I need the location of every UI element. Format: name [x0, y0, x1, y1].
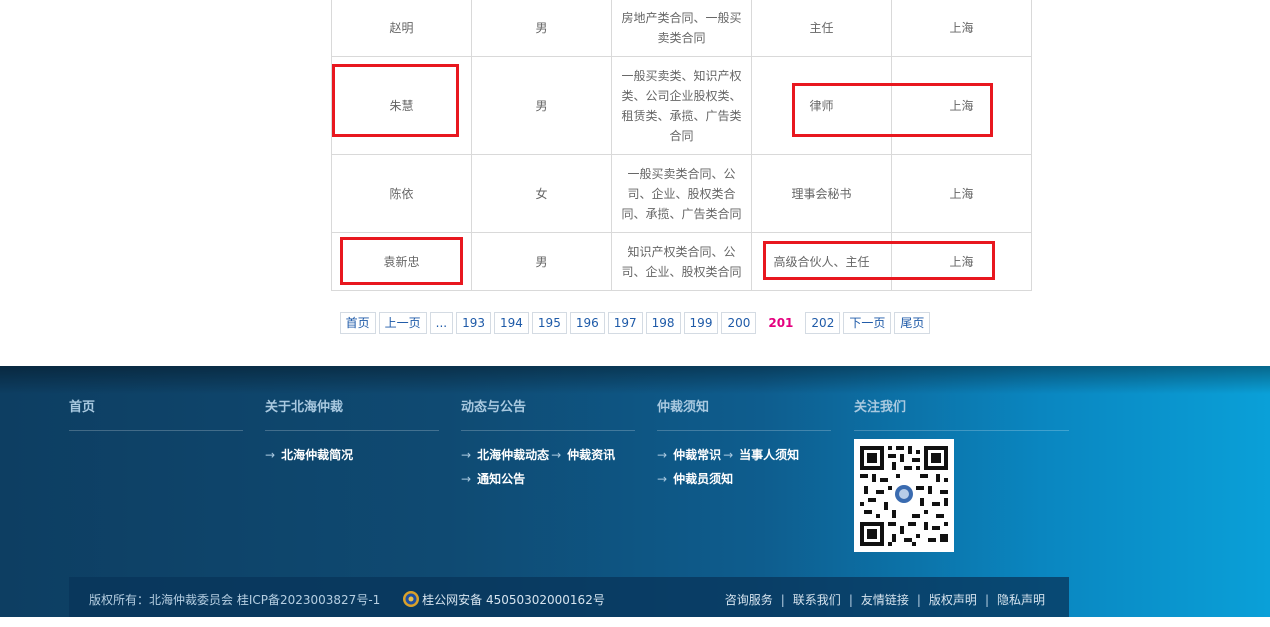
cell-name: 袁新忠: [331, 232, 472, 291]
page-last-link[interactable]: 尾页: [894, 312, 931, 334]
cell-specialty: 一般买卖类、知识产权类、公司企业股权类、租赁类、承揽、广告类合同: [611, 56, 752, 155]
footer-link[interactable]: 仲裁资讯: [567, 448, 615, 462]
page-number-link[interactable]: 199: [683, 312, 719, 334]
cell-title: 律师: [751, 56, 892, 155]
arrow-right-icon: →: [461, 448, 472, 462]
footer-link[interactable]: 北海仲裁简况: [281, 448, 353, 462]
page-number-link[interactable]: 196: [569, 312, 605, 334]
footer-column-about: 关于北海仲裁 → 北海仲裁简况: [265, 400, 439, 467]
footer-column-follow: 关注我们: [854, 400, 1069, 431]
arrow-right-icon: →: [723, 448, 734, 462]
page-number-link[interactable]: 194: [494, 312, 529, 334]
footer-column-guide: 仲裁须知 → 仲裁常识 → 当事人须知 → 仲裁员须知: [657, 400, 831, 491]
footer-bottom-link[interactable]: 隐私声明: [997, 593, 1045, 607]
qr-code-icon: [854, 439, 954, 552]
cell-specialty: 一般买卖类合同、公司、企业、股权类合同、承揽、广告类合同: [611, 154, 752, 233]
cell-city: 上海: [891, 0, 1032, 57]
page-number-link[interactable]: 193: [456, 312, 492, 334]
cell-gender: 男: [471, 56, 612, 155]
cell-name: 陈依: [331, 154, 472, 233]
cell-name: 赵明: [331, 0, 472, 57]
footer-column-home: 首页: [69, 400, 243, 431]
footer-link[interactable]: 当事人须知: [739, 448, 799, 462]
table-row: 朱慧 男 一般买卖类、知识产权类、公司企业股权类、租赁类、承揽、广告类合同 律师…: [331, 56, 1032, 155]
footer-bottom-bar: 版权所有：北海仲裁委员会 桂ICP备2023003827号-1 桂公网安备 45…: [69, 577, 1069, 617]
page-number-link[interactable]: 197: [607, 312, 643, 334]
arrow-right-icon: →: [657, 472, 668, 486]
footer-link[interactable]: 仲裁常识: [673, 448, 721, 462]
page-number-link[interactable]: 202: [805, 312, 841, 334]
footer-column-news: 动态与公告 → 北海仲裁动态 → 仲裁资讯 → 通知公告: [461, 400, 635, 491]
cell-city: 上海: [891, 56, 1032, 155]
police-record-link[interactable]: 桂公网安备 45050302000162号: [422, 593, 605, 607]
cell-specialty: 房地产类合同、一般买卖类合同: [611, 0, 752, 57]
cell-city: 上海: [891, 232, 1032, 291]
pagination: 首页 上一页 ... 193 194 195 196 197 198 199 2…: [0, 312, 1270, 334]
copyright-text: 版权所有：北海仲裁委员会 桂ICP备2023003827号-1: [89, 593, 381, 607]
page-number-link[interactable]: 195: [531, 312, 567, 334]
cell-title: 理事会秘书: [751, 154, 892, 233]
table-row: 赵明 男 房地产类合同、一般买卖类合同 主任 上海: [331, 0, 1032, 57]
footer-bottom-link[interactable]: 友情链接: [861, 593, 909, 607]
cell-city: 上海: [891, 154, 1032, 233]
site-footer: 首页 关于北海仲裁 → 北海仲裁简况 动态与公告 → 北海仲裁动态 → 仲裁资讯 → 通知…: [0, 366, 1270, 617]
arrow-right-icon: →: [657, 448, 668, 462]
footer-bottom-link[interactable]: 联系我们: [793, 593, 841, 607]
arbitrator-table-wrapper: 赵明 男 房地产类合同、一般买卖类合同 主任 上海 朱慧 男 一般买卖类、知识产…: [331, 0, 1032, 291]
arrow-right-icon: →: [461, 472, 472, 486]
footer-column-title[interactable]: 首页: [69, 400, 243, 431]
police-badge-icon: [402, 581, 420, 607]
cell-gender: 女: [471, 154, 612, 233]
footer-column-title[interactable]: 仲裁须知: [657, 400, 831, 431]
cell-gender: 男: [471, 0, 612, 57]
wechat-qr-code-image: [854, 439, 954, 552]
footer-link[interactable]: 通知公告: [477, 472, 525, 486]
arrow-right-icon: →: [551, 448, 562, 462]
cell-specialty: 知识产权类合同、公司、企业、股权类合同: [611, 232, 752, 291]
page-current: 201: [768, 316, 794, 330]
cell-name: 朱慧: [331, 56, 472, 155]
footer-bottom-link[interactable]: 咨询服务: [725, 593, 773, 607]
page-first-link[interactable]: 首页: [339, 312, 376, 334]
cell-gender: 男: [471, 232, 612, 291]
table-row: 陈依 女 一般买卖类合同、公司、企业、股权类合同、承揽、广告类合同 理事会秘书 …: [331, 154, 1032, 233]
footer-column-title[interactable]: 关于北海仲裁: [265, 400, 439, 431]
footer-column-title[interactable]: 动态与公告: [461, 400, 635, 431]
footer-bottom-link[interactable]: 版权声明: [929, 593, 977, 607]
table-row: 袁新忠 男 知识产权类合同、公司、企业、股权类合同 高级合伙人、主任 上海: [331, 232, 1032, 291]
page-number-link[interactable]: 200: [721, 312, 757, 334]
footer-link[interactable]: 仲裁员须知: [673, 472, 733, 486]
cell-title: 高级合伙人、主任: [751, 232, 892, 291]
footer-link[interactable]: 北海仲裁动态: [477, 448, 549, 462]
page-next-link[interactable]: 下一页: [843, 312, 892, 334]
page-ellipsis-link[interactable]: ...: [429, 312, 454, 334]
arbitrator-table: 赵明 男 房地产类合同、一般买卖类合同 主任 上海 朱慧 男 一般买卖类、知识产…: [331, 0, 1032, 291]
arrow-right-icon: →: [265, 448, 276, 462]
page-prev-link[interactable]: 上一页: [378, 312, 427, 334]
page-number-link[interactable]: 198: [645, 312, 681, 334]
cell-title: 主任: [751, 0, 892, 57]
footer-column-title: 关注我们: [854, 400, 1069, 431]
